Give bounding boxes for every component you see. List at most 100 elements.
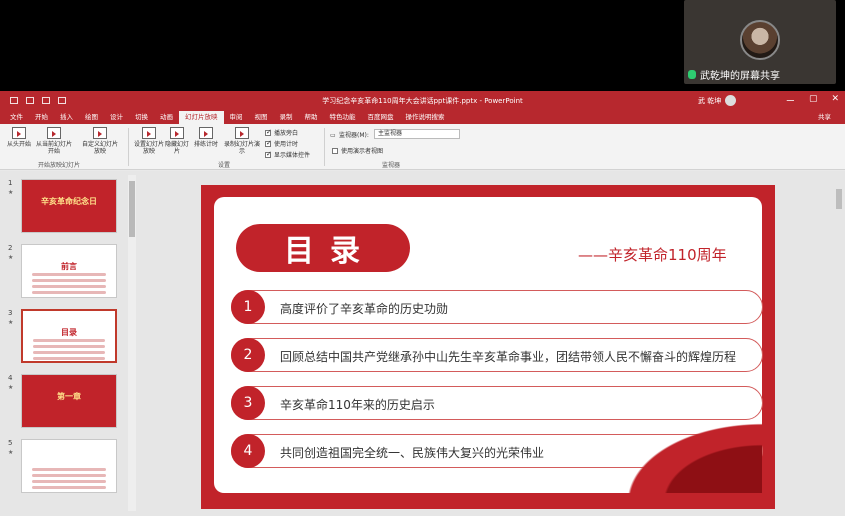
slide-thumbnail[interactable]: 前言: [21, 244, 117, 298]
tab-7[interactable]: 幻灯片放映: [179, 111, 224, 124]
group-setup-label: 设置: [218, 162, 231, 169]
tab-13[interactable]: 百度网盘: [362, 111, 400, 124]
tab-5[interactable]: 切换: [129, 111, 154, 124]
thumbnail-line: [33, 339, 105, 342]
workspace: 1 ★ 辛亥革命纪念日 2 ★ 前言 3 ★ 目录 4 ★ 第一章 5 ★ 目录 ——辛亥革命110周年 …: [0, 171, 845, 516]
from-start-button[interactable]: 从头开始: [4, 127, 34, 148]
thumbnail-line: [33, 345, 105, 348]
thumbnail-line: [32, 480, 106, 483]
avatar: [740, 20, 780, 60]
slide-thumbnail[interactable]: 第一章: [21, 374, 117, 428]
tab-11[interactable]: 帮助: [299, 111, 324, 124]
share-button[interactable]: 共享: [818, 111, 831, 124]
decorative-swoosh: [592, 403, 762, 493]
slide-thumbnails-pane: 1 ★ 辛亥革命纪念日 2 ★ 前言 3 ★ 目录 4 ★ 第一章 5 ★: [0, 171, 136, 516]
close-button[interactable]: ✕: [831, 94, 839, 107]
title-bar: 学习纪念辛亥革命110周年大会讲话ppt课件.pptx - PowerPoint…: [0, 91, 845, 110]
group-start-label: 开始放映幻灯片: [38, 162, 81, 169]
tab-14[interactable]: 操作说明搜索: [400, 111, 451, 124]
tab-3[interactable]: 绘图: [79, 111, 104, 124]
thumbnail-number: 4: [8, 374, 13, 382]
thumbnail-star-icon: ★: [8, 384, 14, 391]
thumbnail-star-icon: ★: [8, 449, 14, 456]
thumbnail-number: 2: [8, 244, 13, 252]
thumbnail-title: 辛亥革命纪念日: [41, 197, 97, 206]
divider: [324, 128, 325, 166]
thumbnail-title: 目录: [61, 328, 77, 337]
record-show-button[interactable]: 录制幻灯片演示: [222, 127, 262, 155]
custom-show-button[interactable]: 自定义幻灯片放映: [80, 127, 120, 155]
thumbnail-star-icon: ★: [8, 189, 14, 196]
user-account[interactable]: 武 乾坤: [698, 95, 737, 106]
agenda-item-text: 共同创造祖国完全统一、民族伟大复兴的光荣伟业: [280, 446, 545, 460]
thumbnail-line: [32, 291, 106, 294]
tab-1[interactable]: 开始: [29, 111, 54, 124]
slide-canvas[interactable]: 目录 ——辛亥革命110周年 1 高度评价了辛亥革命的历史功勋 2 回顾总结中国共产党…: [201, 185, 775, 509]
thumbnail-line: [32, 468, 106, 471]
microphone-icon: [688, 69, 696, 79]
slide-content-card: 目录 ——辛亥革命110周年 1 高度评价了辛亥革命的历史功勋 2 回顾总结中国共产党…: [214, 197, 763, 493]
minimize-button[interactable]: ー: [786, 94, 795, 107]
thumbnail-number: 1: [8, 179, 13, 187]
tab-6[interactable]: 动画: [154, 111, 179, 124]
agenda-item-number: 3: [231, 386, 265, 420]
thumbnail-title: 前言: [61, 262, 77, 271]
play-narration-checkbox[interactable]: 播放旁白: [265, 128, 298, 137]
webcam-tile: 武乾坤的屏幕共享: [684, 0, 836, 84]
group-monitor-label: 监视器: [382, 162, 401, 169]
restore-button[interactable]: ▢: [809, 94, 818, 107]
window-controls: ー ▢ ✕: [786, 94, 839, 107]
agenda-item-number: 4: [231, 434, 265, 468]
slide-subtitle: ——辛亥革命110周年: [578, 246, 727, 264]
agenda-item-number: 1: [231, 290, 265, 324]
tab-12[interactable]: 特色功能: [324, 111, 362, 124]
divider: [128, 128, 129, 166]
agenda-item: 1 高度评价了辛亥革命的历史功勋: [231, 290, 763, 324]
thumbnail-line: [32, 474, 106, 477]
agenda-item-text: 辛亥革命110年来的历史启示: [280, 398, 435, 412]
thumbnail-line: [33, 357, 105, 360]
slide-scrollbar[interactable]: [834, 171, 845, 516]
agenda-item-text: 回顾总结中国共产党继承孙中山先生辛亥革命事业，团结带领人民不懈奋斗的辉煌历程: [280, 350, 737, 364]
thumbnails-scrollbar[interactable]: [128, 175, 136, 511]
monitor-select[interactable]: 主监视器: [374, 129, 460, 139]
tab-4[interactable]: 设计: [104, 111, 129, 124]
setup-show-button[interactable]: 设置幻灯片放映: [134, 127, 164, 155]
ribbon: 从头开始 从当前幻灯片开始 自定义幻灯片放映 开始放映幻灯片 设置幻灯片放映 隐…: [0, 124, 845, 170]
monitor-label: ▭ 监视器(M):: [330, 131, 369, 140]
thumbnail-line: [32, 273, 106, 276]
powerpoint-window: 学习纪念辛亥革命110周年大会讲话ppt课件.pptx - PowerPoint…: [0, 91, 845, 516]
slide-thumbnail[interactable]: [21, 439, 117, 493]
user-name: 武 乾坤: [698, 96, 722, 105]
thumbnail-line: [32, 285, 106, 288]
thumbnail-star-icon: ★: [8, 319, 14, 326]
user-avatar-icon: [725, 95, 737, 106]
thumbnail-line: [32, 486, 106, 489]
tab-2[interactable]: 插入: [54, 111, 79, 124]
screen-share: 武乾坤的屏幕共享 学习纪念辛亥革命110周年大会讲话ppt课件.pptx - P…: [0, 0, 845, 516]
agenda-item: 2 回顾总结中国共产党继承孙中山先生辛亥革命事业，团结带领人民不懈奋斗的辉煌历程: [231, 338, 763, 372]
tab-8[interactable]: 审阅: [224, 111, 249, 124]
thumbnail-star-icon: ★: [8, 254, 14, 261]
ribbon-tabs: 文件 开始 插入 绘图 设计 切换 动画 幻灯片放映 审阅 视图 录制 帮助 特色功能 百度网盘 操作说明搜…: [0, 110, 845, 124]
use-timings-checkbox[interactable]: 使用计时: [265, 139, 298, 148]
tab-10[interactable]: 录制: [274, 111, 299, 124]
webcam-label: 武乾坤的屏幕共享: [688, 66, 780, 82]
agenda-item-text: 高度评价了辛亥革命的历史功勋: [280, 302, 449, 316]
thumbnail-number: 5: [8, 439, 13, 447]
thumbnail-title: 第一章: [57, 392, 81, 401]
agenda-item-number: 2: [231, 338, 265, 372]
slide-thumbnail[interactable]: 目录: [21, 309, 117, 363]
show-media-controls-checkbox[interactable]: 显示媒体控件: [265, 150, 310, 159]
sharer-name: 武乾坤的屏幕共享: [700, 70, 780, 82]
from-current-button[interactable]: 从当前幻灯片开始: [34, 127, 74, 155]
slide-thumbnail[interactable]: 辛亥革命纪念日: [21, 179, 117, 233]
hide-slide-button[interactable]: 隐藏幻灯片: [164, 127, 190, 155]
tab-0[interactable]: 文件: [4, 111, 29, 124]
slide-title: 目录: [236, 224, 410, 272]
thumbnail-line: [33, 351, 105, 354]
tab-9[interactable]: 视图: [249, 111, 274, 124]
rehearse-timings-button[interactable]: 排练计时: [192, 127, 220, 148]
thumbnail-line: [32, 279, 106, 282]
presenter-view-checkbox[interactable]: 使用演示者视图: [332, 146, 383, 155]
